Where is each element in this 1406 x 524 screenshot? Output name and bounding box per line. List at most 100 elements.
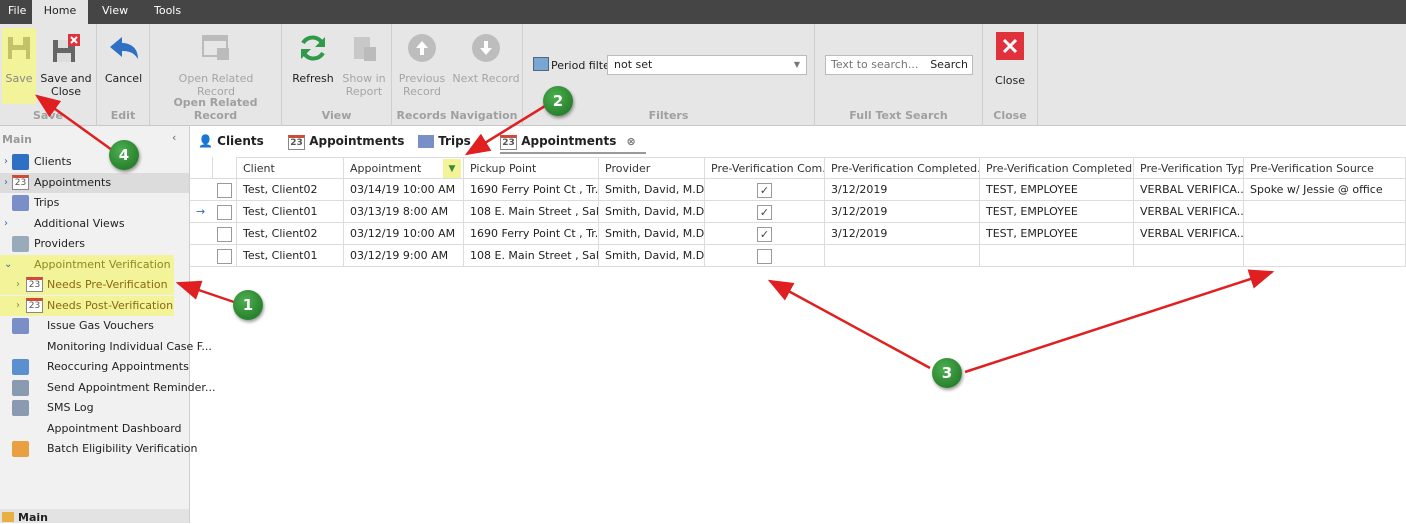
sidebar-item-appointment-verification[interactable]: ⌄ Appointment Verification — [0, 254, 174, 275]
sidebar-footer[interactable]: Main — [0, 509, 189, 524]
cell-source[interactable] — [1244, 201, 1406, 223]
cell-pickup[interactable]: 1690 Ferry Point Ct , Tr... — [464, 223, 599, 245]
menu-tools[interactable]: Tools — [146, 0, 189, 24]
cell-pickup[interactable]: 1690 Ferry Point Ct , Tr... — [464, 179, 599, 201]
expand-icon[interactable]: › — [4, 173, 8, 193]
tab-appointments-active[interactable]: 23 Appointments ⊗ — [500, 128, 646, 154]
cell-provider[interactable]: Smith, David, M.D. — [599, 179, 705, 201]
collapse-icon[interactable]: ‹ — [172, 131, 176, 144]
row-select-checkbox[interactable] — [217, 182, 232, 198]
cell-completed_by[interactable]: TEST, EMPLOYEE — [980, 223, 1134, 245]
cell-client[interactable]: Test, Client02 — [237, 223, 344, 245]
row-select[interactable] — [213, 201, 237, 223]
refresh-button[interactable]: Refresh — [288, 28, 338, 102]
sidebar-item-providers[interactable]: Providers — [0, 234, 189, 254]
search-input[interactable] — [831, 58, 931, 71]
cell-provider[interactable]: Smith, David, M.D. — [599, 245, 705, 267]
sidebar-item-send-appointment-reminder[interactable]: Send Appointment Reminder... — [0, 378, 215, 398]
cell-appointment[interactable]: 03/14/19 10:00 AM — [344, 179, 464, 201]
row-select[interactable] — [213, 223, 237, 245]
column-header[interactable]: Appointment ▼ — [344, 157, 464, 179]
expand-icon[interactable]: › — [16, 275, 20, 295]
sidebar-item-needs-post-verification[interactable]: › 23 Needs Post-Verification — [0, 295, 174, 316]
menu-home[interactable]: Home — [32, 0, 88, 24]
sidebar-item-additional-views[interactable]: › Additional Views — [0, 214, 189, 234]
menu-file[interactable]: File — [0, 0, 34, 24]
save-and-close-button[interactable]: Save and Close — [38, 28, 94, 102]
cell-client[interactable]: Test, Client01 — [237, 245, 344, 267]
cell-source[interactable] — [1244, 245, 1406, 267]
column-header[interactable]: Pre-Verification Completed By — [980, 157, 1134, 179]
sidebar-item-appointment-dashboard[interactable]: Appointment Dashboard — [0, 419, 189, 439]
row-select[interactable] — [213, 245, 237, 267]
cell-completed[interactable]: ✓ — [705, 223, 825, 245]
cell-text: VERBAL VERIFICA... — [1140, 205, 1244, 218]
cell-client[interactable]: Test, Client02 — [237, 179, 344, 201]
cell-type[interactable] — [1134, 245, 1244, 267]
sidebar-item-clients[interactable]: › Clients — [0, 152, 189, 172]
column-header[interactable]: Pre-Verification Type — [1134, 157, 1244, 179]
expand-icon[interactable]: › — [4, 152, 8, 172]
expand-icon[interactable]: › — [4, 214, 8, 234]
cell-source[interactable] — [1244, 223, 1406, 245]
filter-icon[interactable]: ▼ — [443, 159, 461, 178]
cell-completed_date[interactable]: 3/12/2019 — [825, 179, 980, 201]
previous-record-button[interactable]: Previous Record — [394, 28, 450, 102]
cell-completed_by[interactable]: TEST, EMPLOYEE — [980, 201, 1134, 223]
expand-icon[interactable]: ⌄ — [4, 255, 12, 275]
row-select-checkbox[interactable] — [217, 204, 232, 220]
cell-type[interactable]: VERBAL VERIFICA... — [1134, 223, 1244, 245]
row-select[interactable] — [213, 179, 237, 201]
cell-completed[interactable]: ✓ — [705, 201, 825, 223]
column-header[interactable]: Provider — [599, 157, 705, 179]
column-header[interactable]: Pickup Point — [464, 157, 599, 179]
cell-completed_date[interactable]: 3/12/2019 — [825, 223, 980, 245]
cancel-button[interactable]: Cancel — [101, 28, 146, 102]
cell-completed[interactable] — [705, 245, 825, 267]
cell-pickup[interactable]: 108 E. Main Street , Sal... — [464, 245, 599, 267]
close-tab-icon[interactable]: ⊗ — [627, 135, 636, 148]
menu-view[interactable]: View — [94, 0, 136, 24]
column-header[interactable]: Pre-Verification Com... — [705, 157, 825, 179]
column-header[interactable]: Client — [237, 157, 344, 179]
folder-icon — [2, 512, 14, 522]
cell-completed_by[interactable]: TEST, EMPLOYEE — [980, 179, 1134, 201]
period-filter-dropdown[interactable]: not set ▼ — [607, 55, 807, 75]
column-header[interactable]: Pre-Verification Source — [1244, 157, 1406, 179]
cell-appointment[interactable]: 03/12/19 9:00 AM — [344, 245, 464, 267]
cell-appointment[interactable]: 03/13/19 8:00 AM — [344, 201, 464, 223]
cell-source[interactable]: Spoke w/ Jessie @ office — [1244, 179, 1406, 201]
row-select-checkbox[interactable] — [217, 248, 232, 264]
row-select-checkbox[interactable] — [217, 226, 232, 242]
sidebar-item-issue-gas-vouchers[interactable]: Issue Gas Vouchers — [0, 316, 189, 336]
tab-clients[interactable]: 👤 Clients — [198, 128, 264, 154]
tab-trips[interactable]: Trips — [418, 128, 471, 154]
column-header[interactable]: Pre-Verification Completed... — [825, 157, 980, 179]
cell-provider[interactable]: Smith, David, M.D. — [599, 201, 705, 223]
save-button[interactable]: Save — [2, 28, 36, 104]
show-in-report-button[interactable]: Show in Report — [340, 28, 388, 102]
search-button[interactable]: Search — [930, 56, 968, 74]
close-button[interactable]: Close — [989, 28, 1031, 102]
cell-completed_date[interactable]: 3/12/2019 — [825, 201, 980, 223]
sidebar-item-appointments[interactable]: › 23 Appointments — [0, 172, 189, 193]
tab-appointments[interactable]: 23 Appointments — [288, 128, 404, 154]
cell-type[interactable]: VERBAL VERIFICA... — [1134, 179, 1244, 201]
sidebar-item-trips[interactable]: Trips — [0, 193, 189, 213]
cell-completed_date[interactable] — [825, 245, 980, 267]
cell-type[interactable]: VERBAL VERIFICA... — [1134, 201, 1244, 223]
cell-provider[interactable]: Smith, David, M.D. — [599, 223, 705, 245]
sidebar-item-sms-log[interactable]: SMS Log — [0, 398, 189, 418]
sidebar-item-reoccuring-appointments[interactable]: Reoccuring Appointments — [0, 357, 189, 377]
sidebar-item-batch-eligibility-verification[interactable]: Batch Eligibility Verification — [0, 439, 198, 459]
cell-appointment[interactable]: 03/12/19 10:00 AM — [344, 223, 464, 245]
cell-completed[interactable]: ✓ — [705, 179, 825, 201]
next-record-button[interactable]: Next Record — [452, 28, 520, 102]
open-related-record-button[interactable]: Open Related Record — [170, 28, 262, 102]
expand-icon[interactable]: › — [16, 296, 20, 316]
cell-pickup[interactable]: 108 E. Main Street , Sal... — [464, 201, 599, 223]
cell-completed_by[interactable] — [980, 245, 1134, 267]
cell-client[interactable]: Test, Client01 — [237, 201, 344, 223]
sidebar-item-monitoring-individual-case-f[interactable]: Monitoring Individual Case F... — [0, 337, 212, 357]
sidebar-item-needs-pre-verification[interactable]: › 23 Needs Pre-Verification — [0, 275, 174, 295]
